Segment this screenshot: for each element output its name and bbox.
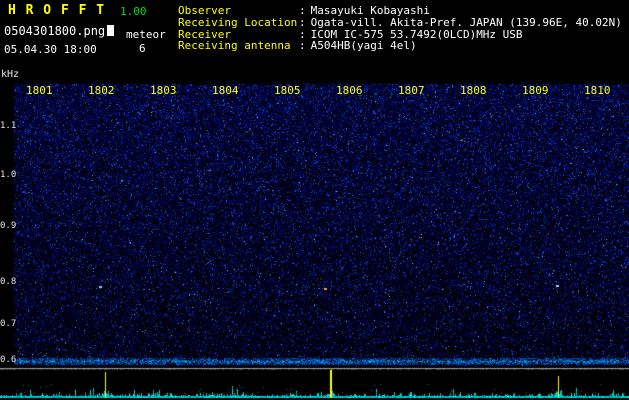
info-row-antenna: Receiving antenna: A504HB(yagi 4el) (178, 40, 622, 52)
freq-tick: 0.7 (0, 319, 17, 329)
info-colon: : (299, 39, 306, 53)
freq-tick: 0.6 (0, 355, 17, 365)
time-tick: 1801 (26, 84, 53, 97)
time-tick: 1807 (398, 84, 425, 97)
datetime-label: 05.04.30 18:00 (4, 43, 97, 56)
meteor-count: 6 (139, 42, 146, 55)
freq-tick: 1.0 (0, 170, 17, 180)
freq-axis-unit: kHz (1, 69, 20, 80)
freq-tick: 0.9 (0, 221, 17, 231)
info-label: Receiving Location (178, 15, 298, 29)
app-version: 1.00 (120, 5, 147, 18)
spectrogram-canvas (0, 0, 629, 400)
output-filename-text: 0504301800.png (4, 24, 106, 38)
info-value: Ogata-vill. Akita-Pref. JAPAN (139.96E, … (310, 15, 622, 29)
app-title: H R O F F T (8, 3, 106, 18)
info-row-location: Receiving Location: Ogata-vill. Akita-Pre… (178, 15, 622, 29)
time-tick: 1806 (336, 84, 363, 97)
time-tick: 1809 (522, 84, 549, 97)
info-label: Receiving antenna (178, 39, 291, 53)
time-tick: 1810 (584, 84, 611, 97)
info-value: A504HB(yagi 4el) (310, 39, 417, 53)
time-tick: 1803 (150, 84, 177, 97)
station-info: Observer: Masayuki Kobayashi Receiving Lo… (178, 5, 622, 52)
mode-label: meteor (126, 28, 166, 41)
time-tick: 1808 (460, 84, 487, 97)
freq-tick: 0.8 (0, 277, 17, 287)
time-tick: 1802 (88, 84, 115, 97)
hrofft-window: H R O F F T 1.00 0504301800.png meteor 0… (0, 0, 629, 400)
time-tick: 1804 (212, 84, 239, 97)
time-tick: 1805 (274, 84, 301, 97)
output-filename: 0504301800.png (4, 24, 115, 38)
freq-tick: 1.1 (0, 121, 17, 131)
text-cursor (107, 25, 115, 36)
